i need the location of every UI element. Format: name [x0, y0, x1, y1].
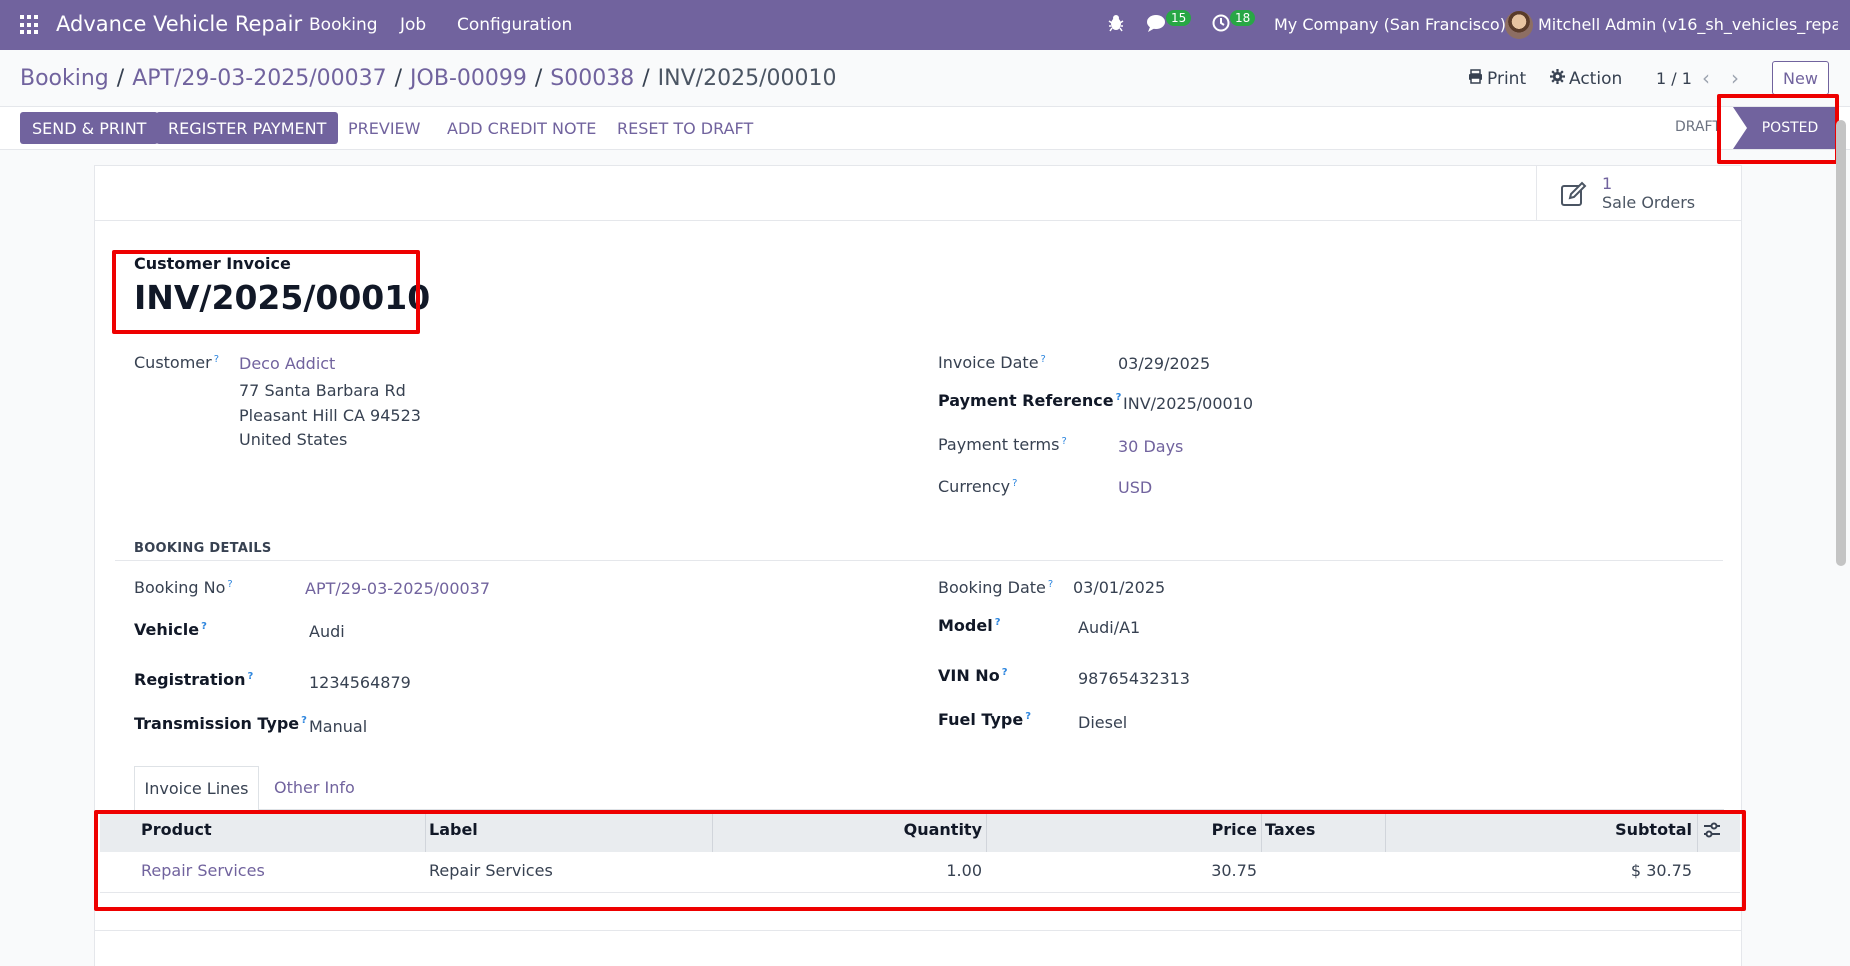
- breadcrumb-booking[interactable]: Booking: [20, 66, 109, 91]
- tab-invoice-lines[interactable]: Invoice Lines: [134, 766, 259, 810]
- customer-address-line3: United States: [239, 430, 348, 449]
- booking-date-label: Booking Date?: [938, 578, 1054, 597]
- column-subtotal[interactable]: Subtotal: [1615, 820, 1692, 839]
- new-button[interactable]: New: [1772, 61, 1829, 95]
- user-menu[interactable]: Mitchell Admin (v16_sh_vehicles_repai...: [1538, 15, 1838, 34]
- column-product[interactable]: Product: [141, 820, 212, 839]
- fuel-type-label: Fuel Type?: [938, 710, 1031, 729]
- document-type: Customer Invoice: [134, 254, 291, 273]
- customer-label: Customer?: [134, 353, 220, 372]
- line-product[interactable]: Repair Services: [141, 861, 265, 880]
- line-price[interactable]: 30.75: [1211, 861, 1257, 880]
- customer-address-line1: 77 Santa Barbara Rd: [239, 381, 406, 400]
- app-title[interactable]: Advance Vehicle Repair: [56, 12, 302, 36]
- state-posted[interactable]: POSTED: [1733, 107, 1835, 149]
- gear-icon: [1550, 69, 1565, 89]
- vin-field[interactable]: 98765432313: [1078, 669, 1190, 688]
- transmission-type-field[interactable]: Manual: [309, 717, 367, 736]
- edit-icon: [1560, 180, 1588, 208]
- payment-reference-field[interactable]: INV/2025/00010: [1123, 394, 1253, 413]
- line-label[interactable]: Repair Services: [429, 861, 553, 880]
- column-separator: [1385, 814, 1386, 852]
- payment-terms-field[interactable]: 30 Days: [1118, 437, 1183, 456]
- transmission-type-label: Transmission Type?: [134, 714, 307, 733]
- clock-icon[interactable]: [1212, 14, 1230, 37]
- menu-configuration[interactable]: Configuration: [457, 15, 572, 35]
- invoice-number: INV/2025/00010: [134, 278, 431, 317]
- column-label[interactable]: Label: [429, 820, 478, 839]
- vehicle-field[interactable]: Audi: [309, 622, 345, 641]
- row-divider: [100, 892, 1740, 893]
- customer-address-line2: Pleasant Hill CA 94523: [239, 406, 421, 425]
- print-button[interactable]: Print: [1468, 69, 1526, 89]
- pager-value[interactable]: 1 / 1: [1656, 69, 1692, 88]
- vehicle-label: Vehicle?: [134, 620, 207, 639]
- breadcrumb-current: INV/2025/00010: [657, 66, 837, 91]
- booking-no-label: Booking No?: [134, 578, 233, 597]
- line-quantity[interactable]: 1.00: [946, 861, 982, 880]
- section-divider: [115, 560, 1723, 561]
- pager-previous-icon[interactable]: ‹: [1702, 66, 1710, 90]
- payment-reference-label: Payment Reference?: [938, 391, 1122, 410]
- printer-icon: [1468, 69, 1483, 89]
- model-label: Model?: [938, 616, 1001, 635]
- sheet-bottom-divider: [94, 930, 1742, 931]
- preview-button[interactable]: PREVIEW: [348, 119, 420, 138]
- sale-orders-count: 1: [1602, 174, 1613, 193]
- company-switcher[interactable]: My Company (San Francisco): [1274, 15, 1506, 34]
- model-field[interactable]: Audi/A1: [1078, 618, 1140, 637]
- top-navbar: Advance Vehicle Repair Booking Job Confi…: [0, 0, 1850, 50]
- column-separator: [1697, 814, 1698, 852]
- menu-job[interactable]: Job: [400, 15, 426, 35]
- column-separator: [1261, 814, 1262, 852]
- pager-next-icon[interactable]: ›: [1731, 66, 1739, 90]
- customer-field[interactable]: Deco Addict: [239, 354, 335, 373]
- tabs-divider: [134, 809, 1724, 810]
- column-separator: [712, 814, 713, 852]
- booking-no-field[interactable]: APT/29-03-2025/00037: [305, 579, 490, 598]
- registration-field[interactable]: 1234564879: [309, 673, 411, 692]
- invoice-date-label: Invoice Date?: [938, 353, 1046, 372]
- bug-icon[interactable]: [1108, 14, 1124, 37]
- vin-label: VIN No?: [938, 666, 1008, 685]
- line-subtotal: $ 30.75: [1630, 861, 1692, 880]
- apps-grid-icon[interactable]: [20, 15, 40, 35]
- user-avatar[interactable]: [1505, 11, 1533, 39]
- column-separator: [425, 814, 426, 852]
- activity-count-badge: 18: [1230, 10, 1256, 26]
- statusbar: SEND & PRINT REGISTER PAYMENT PREVIEW AD…: [0, 106, 1850, 150]
- breadcrumb: Booking / APT/29-03-2025/00037/JOB-00099/S…: [20, 66, 837, 91]
- sheet-divider: [94, 220, 1742, 221]
- send-print-button[interactable]: SEND & PRINT: [20, 112, 159, 144]
- column-separator: [986, 814, 987, 852]
- tab-other-info[interactable]: Other Info: [274, 778, 355, 797]
- menu-booking[interactable]: Booking: [309, 15, 378, 35]
- breadcrumb-booking-record[interactable]: APT/29-03-2025/00037: [132, 66, 386, 91]
- currency-label: Currency?: [938, 477, 1018, 496]
- column-price[interactable]: Price: [1212, 820, 1257, 839]
- register-payment-button[interactable]: REGISTER PAYMENT: [156, 112, 339, 144]
- booking-details-title: BOOKING DETAILS: [134, 541, 272, 556]
- reset-to-draft-button[interactable]: RESET TO DRAFT: [617, 119, 753, 138]
- add-credit-note-button[interactable]: ADD CREDIT NOTE: [447, 119, 596, 138]
- action-button[interactable]: Action: [1550, 69, 1622, 89]
- invoice-date-field[interactable]: 03/29/2025: [1118, 354, 1210, 373]
- column-taxes[interactable]: Taxes: [1265, 820, 1315, 839]
- sale-orders-label: Sale Orders: [1602, 193, 1696, 212]
- payment-terms-label: Payment terms?: [938, 435, 1067, 454]
- state-draft[interactable]: DRAFT: [1675, 119, 1721, 135]
- registration-label: Registration?: [134, 670, 254, 689]
- column-quantity[interactable]: Quantity: [904, 820, 982, 839]
- currency-field[interactable]: USD: [1118, 478, 1152, 497]
- breadcrumb-job[interactable]: JOB-00099: [410, 66, 527, 91]
- vertical-scrollbar[interactable]: [1836, 120, 1846, 566]
- breadcrumb-sale-order[interactable]: S00038: [550, 66, 634, 91]
- booking-date-field[interactable]: 03/01/2025: [1073, 578, 1165, 597]
- optional-columns-icon[interactable]: [1703, 822, 1721, 842]
- fuel-type-field[interactable]: Diesel: [1078, 713, 1127, 732]
- chat-count-badge: 15: [1166, 10, 1192, 26]
